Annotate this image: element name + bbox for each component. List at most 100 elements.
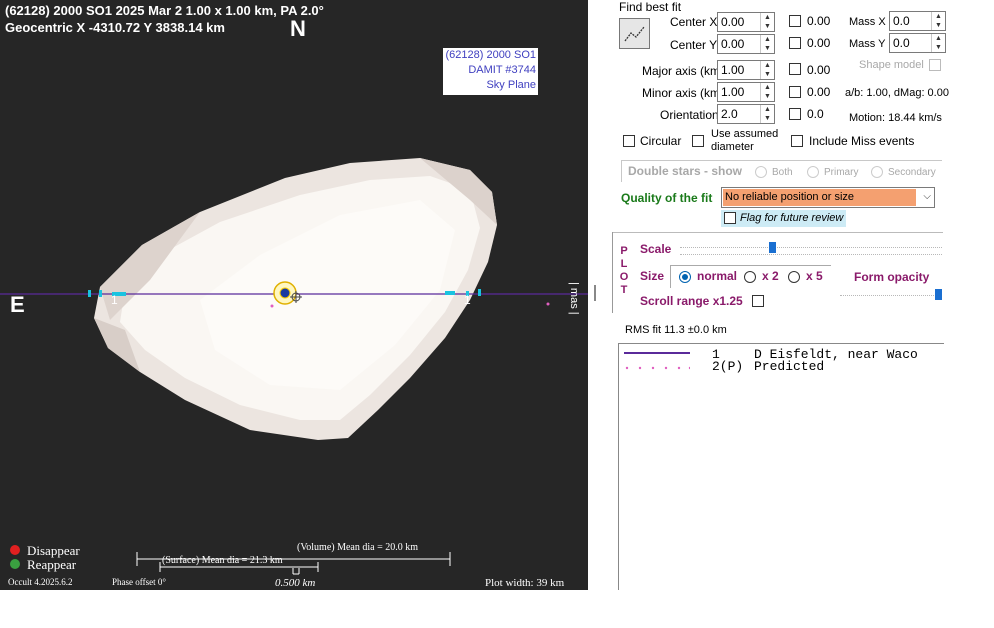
find-best-fit-label: Find best fit bbox=[619, 0, 682, 14]
orientation-spinner[interactable]: 2.0 ▲ ▼ bbox=[717, 104, 775, 124]
plot-group-frame bbox=[612, 232, 615, 313]
spin-arrows[interactable]: ▲ ▼ bbox=[760, 61, 774, 79]
shape-model-checkbox[interactable] bbox=[929, 59, 941, 71]
scale-slider[interactable] bbox=[680, 240, 942, 256]
find-best-fit-button[interactable] bbox=[619, 18, 650, 49]
east-label: E bbox=[10, 292, 25, 317]
center-x-fixed-value: 0.00 bbox=[807, 14, 831, 28]
center-y-spinner[interactable]: 0.00 ▲ ▼ bbox=[717, 34, 775, 54]
fix-orientation-checkbox[interactable] bbox=[789, 108, 801, 120]
orientation-fixed-value: 0.0 bbox=[807, 107, 824, 121]
chord-label-left: 1 bbox=[111, 293, 118, 307]
observer-2-name: Predicted bbox=[754, 359, 825, 374]
panel-splitter[interactable] bbox=[594, 285, 596, 301]
quality-dropdown[interactable]: No reliable position or size ⌵ bbox=[721, 187, 935, 208]
legend-damit: DAMIT #3744 bbox=[468, 64, 536, 76]
both-radio[interactable] bbox=[755, 166, 767, 178]
major-axis-fixed-value: 0.00 bbox=[807, 63, 831, 77]
spin-arrows[interactable]: ▲ ▼ bbox=[931, 12, 945, 30]
surface-mean-dia: (Surface) Mean dia = 21.3 km bbox=[162, 555, 283, 566]
volume-mean-dia: (Volume) Mean dia = 20.0 km bbox=[297, 542, 418, 553]
quality-of-fit-label: Quality of the fit bbox=[621, 191, 713, 205]
legend-object-name: (62128) 2000 SO1 bbox=[445, 49, 536, 61]
size-normal-label: normal bbox=[697, 269, 738, 283]
mass-y-value: 0.0 bbox=[893, 36, 910, 50]
minor-axis-value: 1.00 bbox=[721, 85, 745, 99]
size-normal-radio[interactable] bbox=[679, 271, 691, 283]
size-x5-label: x 5 bbox=[806, 269, 823, 283]
form-opacity-label: Form opacity bbox=[854, 270, 930, 284]
circular-label: Circular bbox=[640, 134, 682, 148]
orientation-label: Orientation bbox=[660, 108, 719, 122]
spin-arrows[interactable]: ▲ ▼ bbox=[931, 34, 945, 52]
version-label: Occult 4.2025.6.2 bbox=[8, 577, 73, 587]
mas-scale-label: | mas | bbox=[568, 282, 580, 315]
opacity-slider-thumb[interactable] bbox=[935, 289, 942, 300]
chevron-down-icon: ⌵ bbox=[923, 191, 931, 202]
center-x-label: Center X bbox=[670, 15, 718, 29]
observer-list[interactable]: 1 D Eisfeldt, near Waco 2(P) Predicted bbox=[618, 343, 944, 590]
plot-header-title: (62128) 2000 SO1 2025 Mar 2 1.00 x 1.00 … bbox=[5, 3, 324, 18]
observer-line-swatch bbox=[624, 352, 690, 354]
occultation-plot[interactable]: (62128) 2000 SO1 2025 Mar 2 1.00 x 1.00 … bbox=[0, 0, 588, 590]
mass-y-label: Mass Y bbox=[849, 38, 886, 50]
plot-letter-t: T bbox=[620, 284, 628, 296]
double-stars-label: Double stars - show bbox=[628, 164, 743, 178]
scroll-range-label: Scroll range x1.25 bbox=[640, 294, 743, 308]
scroll-range-checkbox[interactable] bbox=[752, 295, 764, 307]
reappear-label: Reappear bbox=[27, 557, 77, 572]
north-label: N bbox=[290, 16, 306, 41]
center-x-value: 0.00 bbox=[721, 15, 745, 29]
spin-arrows[interactable]: ▲ ▼ bbox=[760, 105, 774, 123]
orientation-value: 2.0 bbox=[721, 107, 738, 121]
size-x5-radio[interactable] bbox=[788, 271, 800, 283]
include-miss-checkbox[interactable] bbox=[791, 135, 803, 147]
both-label: Both bbox=[772, 167, 793, 178]
fit-chart-icon bbox=[624, 26, 645, 42]
fix-center-y-checkbox[interactable] bbox=[789, 37, 801, 49]
spin-arrows[interactable]: ▲ ▼ bbox=[760, 13, 774, 31]
disappear-dot bbox=[10, 545, 20, 555]
motion-text: Motion: 18.44 km/s bbox=[849, 112, 942, 124]
center-x-spinner[interactable]: 0.00 ▲ ▼ bbox=[717, 12, 775, 32]
opacity-slider[interactable] bbox=[840, 289, 942, 303]
primary-radio[interactable] bbox=[807, 166, 819, 178]
scale-track bbox=[680, 247, 942, 248]
major-axis-spinner[interactable]: 1.00 ▲ ▼ bbox=[717, 60, 775, 80]
size-label: Size bbox=[640, 269, 665, 283]
use-assumed-diameter-checkbox[interactable] bbox=[692, 135, 704, 147]
flag-review-checkbox[interactable] bbox=[724, 212, 736, 224]
center-y-value: 0.00 bbox=[721, 37, 745, 51]
object-legend-box: (62128) 2000 SO1 DAMIT #3744 Sky Plane bbox=[443, 48, 538, 95]
scale-length-label: 0.500 km bbox=[275, 577, 316, 589]
fix-major-axis-checkbox[interactable] bbox=[789, 63, 801, 75]
size-x2-label: x 2 bbox=[762, 269, 779, 283]
phase-offset-label: Phase offset 0° bbox=[112, 577, 166, 587]
plot-header-geocentric: Geocentric X -4310.72 Y 3838.14 km bbox=[5, 20, 225, 35]
secondary-label: Secondary bbox=[888, 167, 936, 178]
shape-model-label: Shape model bbox=[859, 59, 924, 71]
circular-checkbox[interactable] bbox=[623, 135, 635, 147]
scale-slider-thumb[interactable] bbox=[769, 242, 777, 253]
mass-y-spinner[interactable]: 0.0 ▲ ▼ bbox=[889, 33, 946, 53]
plot-vertical-label: P L O T bbox=[619, 245, 629, 297]
scale-ticks bbox=[680, 254, 942, 255]
size-x2-radio[interactable] bbox=[744, 271, 756, 283]
include-miss-label: Include Miss events bbox=[809, 134, 915, 148]
flag-review-label: Flag for future review bbox=[740, 212, 844, 224]
plot-group-top-border bbox=[613, 232, 943, 233]
mass-x-value: 0.0 bbox=[893, 14, 910, 28]
spin-arrows[interactable]: ▲ ▼ bbox=[760, 35, 774, 53]
fix-center-x-checkbox[interactable] bbox=[789, 15, 801, 27]
secondary-radio[interactable] bbox=[871, 166, 883, 178]
mass-x-label: Mass X bbox=[849, 16, 886, 28]
minor-axis-spinner[interactable]: 1.00 ▲ ▼ bbox=[717, 82, 775, 102]
fix-minor-axis-checkbox[interactable] bbox=[789, 86, 801, 98]
major-axis-value: 1.00 bbox=[721, 63, 745, 77]
plot-width-label: Plot width: 39 km bbox=[485, 577, 565, 589]
center-y-fixed-value: 0.00 bbox=[807, 36, 831, 50]
diameter-label: diameter bbox=[711, 141, 754, 153]
opacity-track bbox=[840, 295, 942, 296]
spin-arrows[interactable]: ▲ ▼ bbox=[760, 83, 774, 101]
mass-x-spinner[interactable]: 0.0 ▲ ▼ bbox=[889, 11, 946, 31]
